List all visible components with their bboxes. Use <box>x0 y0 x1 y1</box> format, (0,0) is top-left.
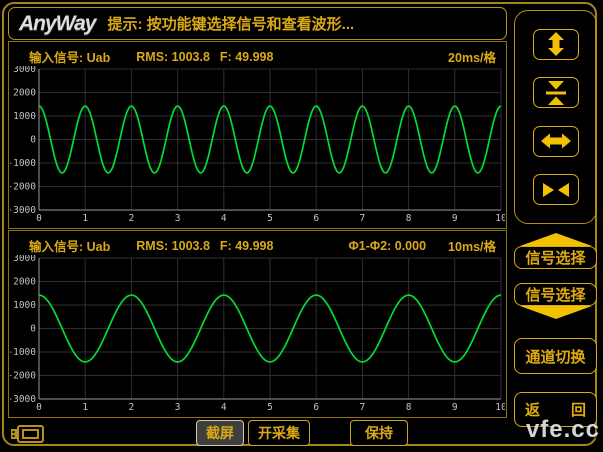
svg-text:0: 0 <box>36 213 42 224</box>
svg-text:0: 0 <box>30 324 36 335</box>
rms-value: RMS: 1003.8 <box>136 50 210 64</box>
svg-text:9: 9 <box>452 402 458 413</box>
signal-select-up-button[interactable]: 信号选择 <box>514 233 597 269</box>
zoom-compress-horizontal-button[interactable] <box>533 174 579 205</box>
usb-device-icon <box>9 424 45 444</box>
expand-horizontal-icon <box>541 132 571 150</box>
signal-label: 输入信号: Uab <box>29 236 110 255</box>
timebase-label: 10ms/格 <box>448 236 496 255</box>
back-button[interactable]: 返 回 <box>514 392 597 427</box>
waveform-chart-2: 3000200010000-1000-2000-3000012345678910 <box>10 255 505 415</box>
signal-select-down-button[interactable]: 信号选择 <box>514 283 597 319</box>
svg-text:2000: 2000 <box>13 277 36 288</box>
screenshot-button[interactable]: 截屏 <box>196 420 244 446</box>
start-capture-label: 开采集 <box>258 423 300 443</box>
svg-text:10: 10 <box>495 402 505 413</box>
svg-text:-2000: -2000 <box>10 182 36 193</box>
svg-text:1000: 1000 <box>13 111 36 122</box>
svg-text:3: 3 <box>175 402 181 413</box>
zoom-compress-vertical-button[interactable] <box>533 77 579 108</box>
svg-text:3000: 3000 <box>13 255 36 264</box>
waveform-panel-1: 输入信号: Uab RMS: 1003.8 F: 49.998 20ms/格 3… <box>8 41 507 229</box>
signal-select-down-label: 信号选择 <box>514 283 597 306</box>
svg-text:-3000: -3000 <box>10 394 36 405</box>
frequency-value: F: 49.998 <box>220 50 274 64</box>
anyway-logo: AnyWay <box>19 12 95 36</box>
svg-text:6: 6 <box>313 402 319 413</box>
svg-text:5: 5 <box>267 213 273 224</box>
start-capture-button[interactable]: 开采集 <box>248 420 310 446</box>
svg-text:9: 9 <box>452 213 458 224</box>
svg-text:3: 3 <box>175 213 181 224</box>
svg-text:4: 4 <box>221 402 227 413</box>
rms-value: RMS: 1003.8 <box>136 239 210 253</box>
svg-text:-1000: -1000 <box>10 158 36 169</box>
triangle-down-icon <box>520 306 592 319</box>
svg-text:0: 0 <box>30 135 36 146</box>
compress-vertical-icon <box>543 81 569 105</box>
panel-2-header: 输入信号: Uab RMS: 1003.8 F: 49.998 Φ1-Φ2: 0… <box>9 231 506 257</box>
svg-text:2000: 2000 <box>13 88 36 99</box>
svg-text:8: 8 <box>406 402 412 413</box>
frequency-value: F: 49.998 <box>220 239 274 253</box>
svg-text:4: 4 <box>221 213 227 224</box>
channel-switch-button[interactable]: 通道切换 <box>514 338 597 374</box>
panel-1-header: 输入信号: Uab RMS: 1003.8 F: 49.998 20ms/格 <box>9 42 506 68</box>
back-label-left: 返 <box>525 399 540 420</box>
svg-text:8: 8 <box>406 213 412 224</box>
triangle-up-icon <box>520 233 592 246</box>
svg-text:-1000: -1000 <box>10 347 36 358</box>
svg-text:10: 10 <box>495 213 505 224</box>
title-bar: AnyWay 提示: 按功能键选择信号和查看波形... <box>8 7 507 40</box>
timebase-label: 20ms/格 <box>448 47 496 66</box>
instrument-screen: AnyWay 提示: 按功能键选择信号和查看波形... 输入信号: Uab RM… <box>0 0 603 452</box>
svg-text:0: 0 <box>36 402 42 413</box>
compress-horizontal-icon <box>542 181 570 199</box>
zoom-expand-vertical-button[interactable] <box>533 29 579 60</box>
expand-vertical-icon <box>543 32 569 56</box>
svg-text:1: 1 <box>82 213 88 224</box>
hint-text: 提示: 按功能键选择信号和查看波形... <box>107 13 354 34</box>
svg-text:2: 2 <box>129 402 135 413</box>
waveform-chart-1: 3000200010000-1000-2000-3000012345678910 <box>10 66 505 226</box>
svg-text:3000: 3000 <box>13 66 36 75</box>
svg-text:-2000: -2000 <box>10 371 36 382</box>
svg-text:1: 1 <box>82 402 88 413</box>
channel-switch-label: 通道切换 <box>525 346 585 367</box>
svg-text:2: 2 <box>129 213 135 224</box>
waveform-panel-2: 输入信号: Uab RMS: 1003.8 F: 49.998 Φ1-Φ2: 0… <box>8 230 507 418</box>
zoom-button-group <box>514 10 597 224</box>
phase-difference-value: Φ1-Φ2: 0.000 <box>349 239 427 253</box>
zoom-expand-horizontal-button[interactable] <box>533 126 579 157</box>
signal-select-up-label: 信号选择 <box>514 246 597 269</box>
svg-text:5: 5 <box>267 402 273 413</box>
svg-text:7: 7 <box>360 402 366 413</box>
svg-text:6: 6 <box>313 213 319 224</box>
back-label-right: 回 <box>571 399 586 420</box>
hold-button[interactable]: 保持 <box>350 420 408 446</box>
screenshot-label: 截屏 <box>206 423 234 443</box>
svg-text:-3000: -3000 <box>10 205 36 216</box>
hold-label: 保持 <box>365 423 393 443</box>
svg-text:1000: 1000 <box>13 300 36 311</box>
signal-label: 输入信号: Uab <box>29 47 110 66</box>
svg-text:7: 7 <box>360 213 366 224</box>
